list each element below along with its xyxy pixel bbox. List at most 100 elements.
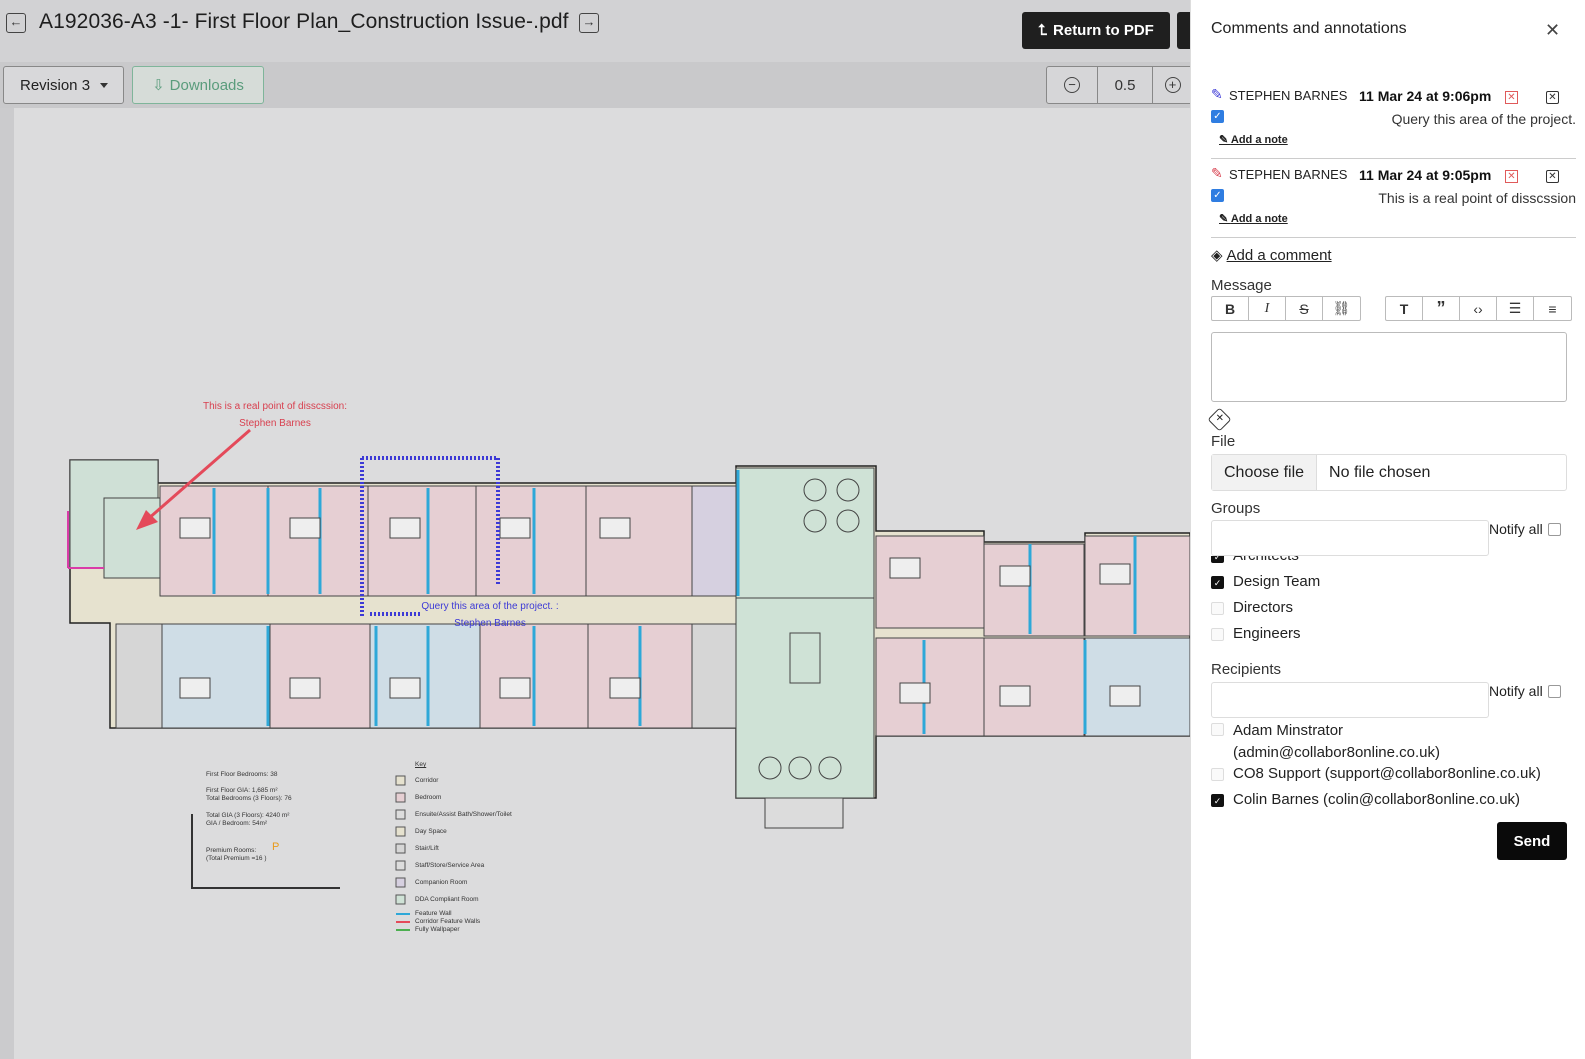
recipient-item[interactable]: ✓ Colin Barnes (colin@collabor8online.co.… [1211, 791, 1576, 808]
zoom-in-button[interactable]: + [1152, 66, 1192, 104]
stat-total-bedrooms: Total Bedrooms (3 Floors): 76 [206, 795, 292, 802]
wall-item: Corridor Feature Walls [415, 918, 481, 925]
link-icon[interactable]: ⛓ [1323, 297, 1360, 320]
recipient-checkbox[interactable]: ✓ [1211, 794, 1224, 807]
floor-plan-drawing [67, 428, 1190, 931]
revision-label: Revision 3 [20, 76, 91, 94]
add-note-link[interactable]: ✎ Add a note [1219, 133, 1288, 146]
code-icon[interactable]: ‹› [1460, 297, 1497, 320]
return-to-pdf-button[interactable]: ⮤ Return to PDF [1022, 12, 1170, 49]
strikethrough-icon[interactable]: S [1286, 297, 1323, 320]
quote-icon[interactable]: ” [1423, 297, 1460, 320]
choose-file-button[interactable]: Choose file [1212, 455, 1318, 490]
panel-title: Comments and annotations [1211, 20, 1407, 37]
arrow-left-icon: ← [9, 14, 23, 29]
group-checkbox[interactable]: ✓ [1211, 576, 1224, 589]
zoom-level: 0.5 [1097, 66, 1153, 104]
arrow-right-icon: → [582, 14, 596, 29]
key-item: DDA Compliant Room [415, 896, 479, 903]
comment-text: This is a real point of disscssion [1378, 190, 1576, 206]
clear-message-button[interactable]: ✕ [1207, 407, 1232, 432]
add-comment-link[interactable]: ◈ Add a comment [1211, 246, 1332, 265]
notify-all-checkbox[interactable] [1547, 684, 1561, 698]
hide-comment-button[interactable]: ✕ [1546, 91, 1559, 104]
hidden-toolbar-button[interactable] [1177, 12, 1191, 49]
stat-total-premium: (Total Premium =16 ) [206, 855, 267, 862]
return-to-pdf-label: Return to PDF [1053, 22, 1154, 39]
group-item[interactable]: Engineers [1211, 625, 1576, 642]
comment-author: STEPHEN BARNES [1229, 167, 1348, 182]
key-item: Ensuite/Assist Bath/Shower/Toilet [415, 811, 512, 818]
previous-document-button[interactable]: ← [6, 13, 26, 33]
add-comment-label: Add a comment [1226, 246, 1332, 264]
stat-gia: First Floor GIA: 1,685 m² [206, 787, 278, 794]
delete-comment-button[interactable]: ✕ [1505, 91, 1518, 104]
return-arrow-icon: ⮤ [1038, 22, 1048, 39]
delete-comment-button[interactable]: ✕ [1505, 170, 1518, 183]
key-title: Key [415, 761, 427, 768]
comment-text: Query this area of the project. [1391, 111, 1576, 127]
key-item: Bedroom [415, 794, 442, 801]
group-checkbox[interactable] [1211, 602, 1224, 615]
top-bar: ← A192036-A3 -1- First Floor Plan_Constr… [0, 0, 1191, 62]
group-checkbox[interactable]: ✓ [1211, 556, 1224, 563]
close-panel-button[interactable]: ✕ [1545, 20, 1560, 41]
recipient-item[interactable]: CO8 Support (support@collabor8online.co.… [1211, 765, 1576, 782]
key-item: Staff/Store/Service Area [415, 862, 485, 869]
notify-all-checkbox[interactable] [1547, 522, 1561, 536]
recipients-search-input[interactable] [1211, 682, 1489, 718]
x-icon: ✕ [1215, 413, 1225, 425]
group-item[interactable]: ✓ Design Team [1211, 573, 1576, 590]
stat-gia-bedroom: GIA / Bedroom: 54m² [206, 820, 268, 827]
annotation-red-label[interactable]: This is a real point of disscssion: Step… [200, 398, 350, 432]
groups-notify-all[interactable]: Notify all [1489, 521, 1561, 537]
recipient-item[interactable]: Adam Minstrator (admin@collabor8online.c… [1211, 720, 1511, 764]
minus-circle-icon: − [1064, 77, 1080, 93]
group-checkbox[interactable] [1211, 628, 1224, 641]
comment-item: ✎ STEPHEN BARNES 11 Mar 24 at 9:06pm ✕ ✕… [1211, 86, 1576, 159]
file-input[interactable]: Choose file No file chosen [1211, 454, 1567, 491]
message-textarea[interactable] [1211, 332, 1567, 402]
message-label: Message [1211, 277, 1272, 294]
recipient-checkbox[interactable] [1211, 768, 1224, 781]
add-note-link[interactable]: ✎ Add a note [1219, 212, 1288, 225]
recipients-label: Recipients [1211, 661, 1282, 678]
hide-comment-button[interactable]: ✕ [1546, 170, 1559, 183]
key-item: Companion Room [415, 879, 468, 886]
group-item[interactable]: ✓Architects [1211, 556, 1576, 564]
recipients-notify-all[interactable]: Notify all [1489, 683, 1561, 699]
comment-date: 11 Mar 24 at 9:05pm [1359, 167, 1492, 183]
numbered-list-icon[interactable]: ≡ [1534, 297, 1571, 320]
comment-author: STEPHEN BARNES [1229, 88, 1348, 103]
cloud-download-icon: ⇩ [152, 77, 165, 94]
key-item: Day Space [415, 828, 447, 835]
stat-total-gia: Total GIA (3 Floors): 4240 m² [206, 812, 290, 819]
group-item[interactable]: Directors [1211, 599, 1576, 616]
send-button[interactable]: Send [1497, 822, 1567, 860]
comment-visible-checkbox[interactable]: ✓ [1211, 110, 1224, 123]
downloads-label: Downloads [169, 76, 244, 94]
bold-icon[interactable]: B [1212, 297, 1249, 320]
key-item: Stair/Lift [415, 845, 439, 852]
groups-label: Groups [1211, 500, 1261, 517]
pdf-canvas[interactable]: This is a real point of disscssion: Step… [0, 108, 1190, 1059]
downloads-button[interactable]: ⇩ Downloads [132, 66, 264, 104]
revision-dropdown[interactable]: Revision 3 [3, 66, 124, 104]
annotation-blue-label[interactable]: Query this area of the project. : Stephe… [420, 598, 560, 632]
recipient-checkbox[interactable] [1211, 723, 1224, 736]
stat-premium: Premium Rooms: [206, 847, 257, 854]
comment-date: 11 Mar 24 at 9:06pm [1359, 88, 1492, 104]
tag-icon: ◈ [1211, 247, 1223, 264]
pen-icon: ✎ [1211, 86, 1223, 102]
comments-panel: Comments and annotations ✕ ✎ STEPHEN BAR… [1190, 0, 1585, 1059]
next-document-button[interactable]: → [579, 13, 599, 33]
italic-icon[interactable]: I [1249, 297, 1286, 320]
comment-visible-checkbox[interactable]: ✓ [1211, 189, 1224, 202]
bullet-list-icon[interactable]: ☰ [1497, 297, 1534, 320]
zoom-out-button[interactable]: − [1046, 66, 1098, 104]
groups-search-input[interactable] [1211, 520, 1489, 556]
formatting-toolbar: B I S ⛓ T ” ‹› ☰ ≡ [1211, 296, 1576, 321]
wall-item: Fully Wallpaper [415, 926, 460, 933]
file-status: No file chosen [1329, 463, 1431, 481]
heading-icon[interactable]: T [1386, 297, 1423, 320]
